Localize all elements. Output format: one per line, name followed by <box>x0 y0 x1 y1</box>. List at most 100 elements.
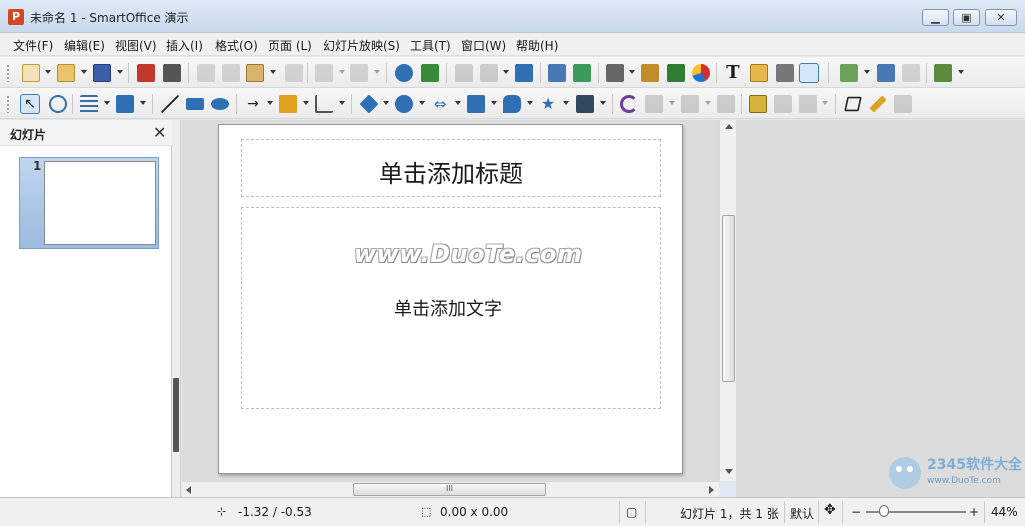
chart-icon[interactable] <box>692 64 710 82</box>
scroll-right-icon[interactable] <box>709 486 714 494</box>
page-style[interactable]: 默认 <box>790 505 814 522</box>
basic-shapes-dropdown-icon[interactable] <box>383 101 389 105</box>
symbol-icon[interactable] <box>776 64 794 82</box>
minimize-button[interactable]: ▁ <box>922 9 949 26</box>
horizontal-scroll-thumb[interactable]: III <box>353 483 546 496</box>
save-dropdown-icon[interactable] <box>117 70 123 74</box>
display-views-icon[interactable] <box>480 64 498 82</box>
distribute-icon[interactable] <box>717 95 735 113</box>
menu-format[interactable]: 格式(O) <box>215 37 258 54</box>
horizontal-scrollbar[interactable]: III <box>182 481 719 497</box>
paste-icon[interactable] <box>246 64 264 82</box>
new-dropdown-icon[interactable] <box>45 70 51 74</box>
scroll-up-icon[interactable] <box>725 124 733 129</box>
extrusion-icon[interactable] <box>799 63 819 83</box>
new-document-icon[interactable] <box>22 64 40 82</box>
open-dropdown-icon[interactable] <box>81 70 87 74</box>
export-pdf-icon[interactable] <box>137 64 155 82</box>
align-icon[interactable] <box>645 95 663 113</box>
table-icon[interactable] <box>606 64 624 82</box>
table-dropdown-icon[interactable] <box>629 70 635 74</box>
cut-icon[interactable] <box>197 64 215 82</box>
scroll-left-icon[interactable] <box>186 486 191 494</box>
slide-thumbnail-selected[interactable]: 1 <box>19 157 159 249</box>
stars-icon[interactable]: ★ <box>539 95 557 113</box>
line-style-icon[interactable] <box>80 95 98 113</box>
new-slide-dropdown-icon[interactable] <box>864 70 870 74</box>
glue-points-icon[interactable] <box>869 95 887 113</box>
slide-design-icon[interactable] <box>934 64 952 82</box>
copy-icon[interactable] <box>222 64 240 82</box>
menu-tools[interactable]: 工具(T) <box>410 37 451 54</box>
line-tool-icon[interactable] <box>161 95 179 113</box>
callouts-icon[interactable] <box>503 95 521 113</box>
slideshow-settings-icon[interactable] <box>573 64 591 82</box>
document-modified-icon[interactable]: ▢ <box>626 505 637 519</box>
save-icon[interactable] <box>93 64 111 82</box>
toolbar-grip[interactable] <box>6 64 10 82</box>
zoom-percent[interactable]: 44% <box>991 505 1018 519</box>
curve-pencil-icon[interactable] <box>279 95 297 113</box>
new-slide-icon[interactable] <box>840 64 858 82</box>
symbol-shapes-icon[interactable] <box>395 95 413 113</box>
ellipse-tool-icon[interactable] <box>211 98 229 110</box>
line-style-dropdown-icon[interactable] <box>104 101 110 105</box>
zoom-in-icon[interactable]: + <box>969 505 979 519</box>
menu-slideshow[interactable]: 幻灯片放映(S) <box>323 37 400 54</box>
arrange-dropdown-icon[interactable] <box>705 101 711 105</box>
spellcheck-icon[interactable] <box>421 64 439 82</box>
3d-dropdown-icon[interactable] <box>600 101 606 105</box>
fontwork-icon[interactable] <box>750 64 768 82</box>
redo-dropdown-icon[interactable] <box>374 70 380 74</box>
maximize-button[interactable]: ▣ <box>953 9 980 26</box>
3d-objects-icon[interactable] <box>576 95 594 113</box>
arrow-line-icon[interactable]: → <box>244 95 262 113</box>
print-icon[interactable] <box>163 64 181 82</box>
fill-dropdown-icon[interactable] <box>140 101 146 105</box>
points-icon[interactable] <box>844 96 862 112</box>
rectangle-tool-icon[interactable] <box>186 98 204 110</box>
format-paintbrush-icon[interactable] <box>285 64 303 82</box>
symbol-shapes-dropdown-icon[interactable] <box>419 101 425 105</box>
close-window-button[interactable]: ✕ <box>985 9 1017 26</box>
arrange-icon[interactable] <box>681 95 699 113</box>
connector-dropdown-icon[interactable] <box>339 101 345 105</box>
panel-close-icon[interactable]: ✕ <box>153 123 166 142</box>
slide-canvas[interactable]: 单击添加标题 单击添加文字 <box>218 124 683 474</box>
duplicate-slide-icon[interactable] <box>877 64 895 82</box>
menu-edit[interactable]: 编辑(E) <box>64 37 105 54</box>
body-placeholder[interactable]: 单击添加文字 <box>241 207 661 409</box>
vertical-scrollbar[interactable] <box>719 120 736 481</box>
scroll-down-icon[interactable] <box>725 469 733 474</box>
menu-file[interactable]: 文件(F) <box>13 37 53 54</box>
redo-icon[interactable] <box>350 64 368 82</box>
menu-view[interactable]: 视图(V) <box>115 37 157 54</box>
connector-icon[interactable] <box>315 95 333 113</box>
block-arrows-dropdown-icon[interactable] <box>455 101 461 105</box>
fill-color-icon[interactable] <box>116 95 134 113</box>
select-arrow-icon[interactable]: ↖ <box>20 94 40 114</box>
shadow-icon[interactable] <box>749 95 767 113</box>
flowchart-dropdown-icon[interactable] <box>491 101 497 105</box>
menu-page[interactable]: 页面 (L) <box>268 37 312 54</box>
menu-insert[interactable]: 插入(I) <box>166 37 203 54</box>
rotate-icon[interactable] <box>620 95 638 113</box>
start-slideshow-icon[interactable] <box>548 64 566 82</box>
text-box-icon[interactable]: T <box>724 64 742 82</box>
paste-dropdown-icon[interactable] <box>270 70 276 74</box>
panel-splitter[interactable] <box>172 120 181 497</box>
block-arrows-icon[interactable]: ⇔ <box>431 95 449 113</box>
toggle-extrusion-icon[interactable] <box>894 95 912 113</box>
menu-window[interactable]: 窗口(W) <box>461 37 506 54</box>
arrow-dropdown-icon[interactable] <box>267 101 273 105</box>
undo-dropdown-icon[interactable] <box>339 70 345 74</box>
stars-dropdown-icon[interactable] <box>563 101 569 105</box>
menu-help[interactable]: 帮助(H) <box>516 37 558 54</box>
design-dropdown-icon[interactable] <box>958 70 964 74</box>
flowchart-icon[interactable] <box>467 95 485 113</box>
slide-layout-icon[interactable] <box>515 64 533 82</box>
find-replace-icon[interactable] <box>395 64 413 82</box>
basic-shapes-icon[interactable] <box>359 94 379 114</box>
zoom-icon[interactable] <box>49 95 67 113</box>
image-icon[interactable] <box>641 64 659 82</box>
